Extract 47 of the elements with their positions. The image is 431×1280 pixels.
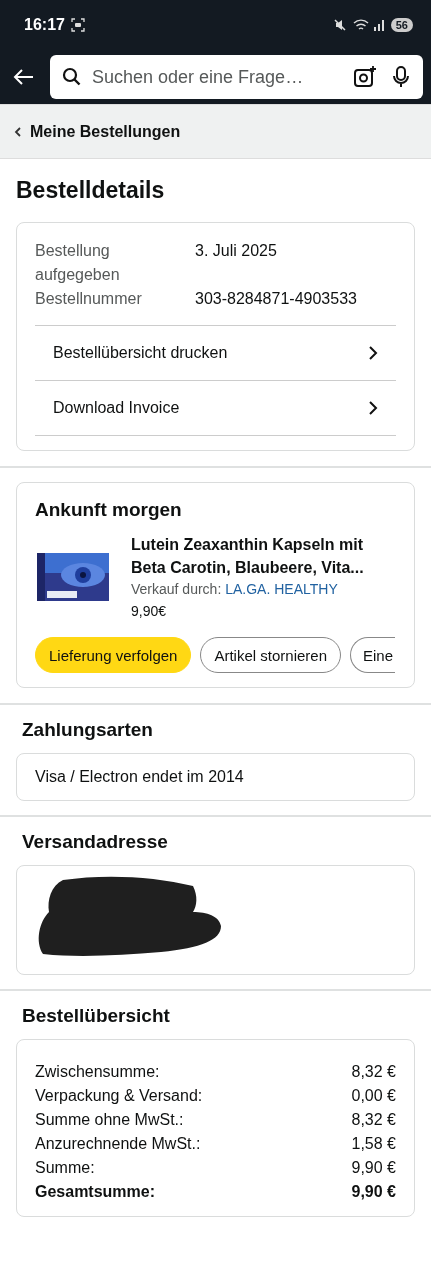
clock: 16:17	[24, 16, 65, 34]
section-heading: Versandadresse	[21, 831, 169, 853]
chevron-right-icon	[368, 400, 378, 416]
shipment-heading: Ankunft morgen	[35, 499, 183, 521]
menu-link[interactable]: Bestellübersicht drucken	[35, 326, 396, 381]
section-heading: Bestellübersicht	[21, 1005, 171, 1027]
summary-value: 8,32 €	[351, 1062, 396, 1082]
chevron-right-icon	[368, 345, 378, 361]
screenshot-icon	[70, 18, 85, 32]
search-bar[interactable]: Suchen oder eine Frage…	[50, 55, 423, 99]
battery-level: 56	[390, 18, 413, 32]
summary-value: 1,58 €	[351, 1134, 396, 1154]
mute-icon	[332, 18, 347, 32]
product-price: 9,90€	[131, 603, 168, 619]
summary-label: Gesamtsumme:	[35, 1182, 156, 1202]
summary-value: 8,32 €	[351, 1110, 396, 1130]
product-title[interactable]: Lutein Zeaxanthin Kapseln mit Beta Carotin, Blaubeere, Vita...	[131, 533, 396, 579]
menu-link[interactable]: Download Invoice	[35, 381, 396, 436]
section-heading: Zahlungsarten	[21, 719, 154, 741]
back-arrow-icon[interactable]	[12, 68, 34, 86]
info-label: Bestellnummer	[35, 289, 143, 309]
signal-icon	[372, 19, 385, 31]
wifi-icon	[352, 18, 369, 32]
summary-label: Anzurechnende MwSt.:	[35, 1134, 201, 1154]
camera-icon[interactable]	[353, 65, 377, 89]
summary-label: Summe ohne MwSt.:	[35, 1110, 184, 1130]
action-button[interactable]: Eine	[350, 637, 395, 673]
info-value: 303-8284871-4903533	[195, 289, 358, 309]
summary-label: Summe:	[35, 1158, 95, 1178]
page-title: Bestelldetails	[16, 177, 166, 204]
action-button[interactable]: Lieferung verfolgen	[35, 637, 192, 673]
info-label: Bestellung aufgegeben	[35, 241, 121, 285]
summary-label: Verpackung & Versand:	[35, 1086, 203, 1106]
info-value: 3. Juli 2025	[195, 241, 278, 261]
chevron-left-icon	[14, 126, 22, 137]
search-field[interactable]: Suchen oder eine Frage…	[90, 65, 353, 89]
search-icon	[62, 67, 82, 87]
seller-label: Verkauf durch:	[131, 581, 222, 597]
summary-value: 0,00 €	[351, 1086, 396, 1106]
back-link[interactable]: Meine Bestellungen	[14, 122, 181, 141]
summary-value: 9,90 €	[351, 1182, 396, 1202]
payment-method: Visa / Electron endet im 2014	[35, 768, 244, 785]
microphone-icon[interactable]	[391, 65, 411, 89]
action-button[interactable]: Artikel stornieren	[200, 637, 341, 673]
summary-value: 9,90 €	[351, 1158, 396, 1178]
summary-label: Zwischensumme:	[35, 1062, 160, 1082]
seller-link[interactable]: LA.GA. HEALTHY	[225, 581, 338, 597]
